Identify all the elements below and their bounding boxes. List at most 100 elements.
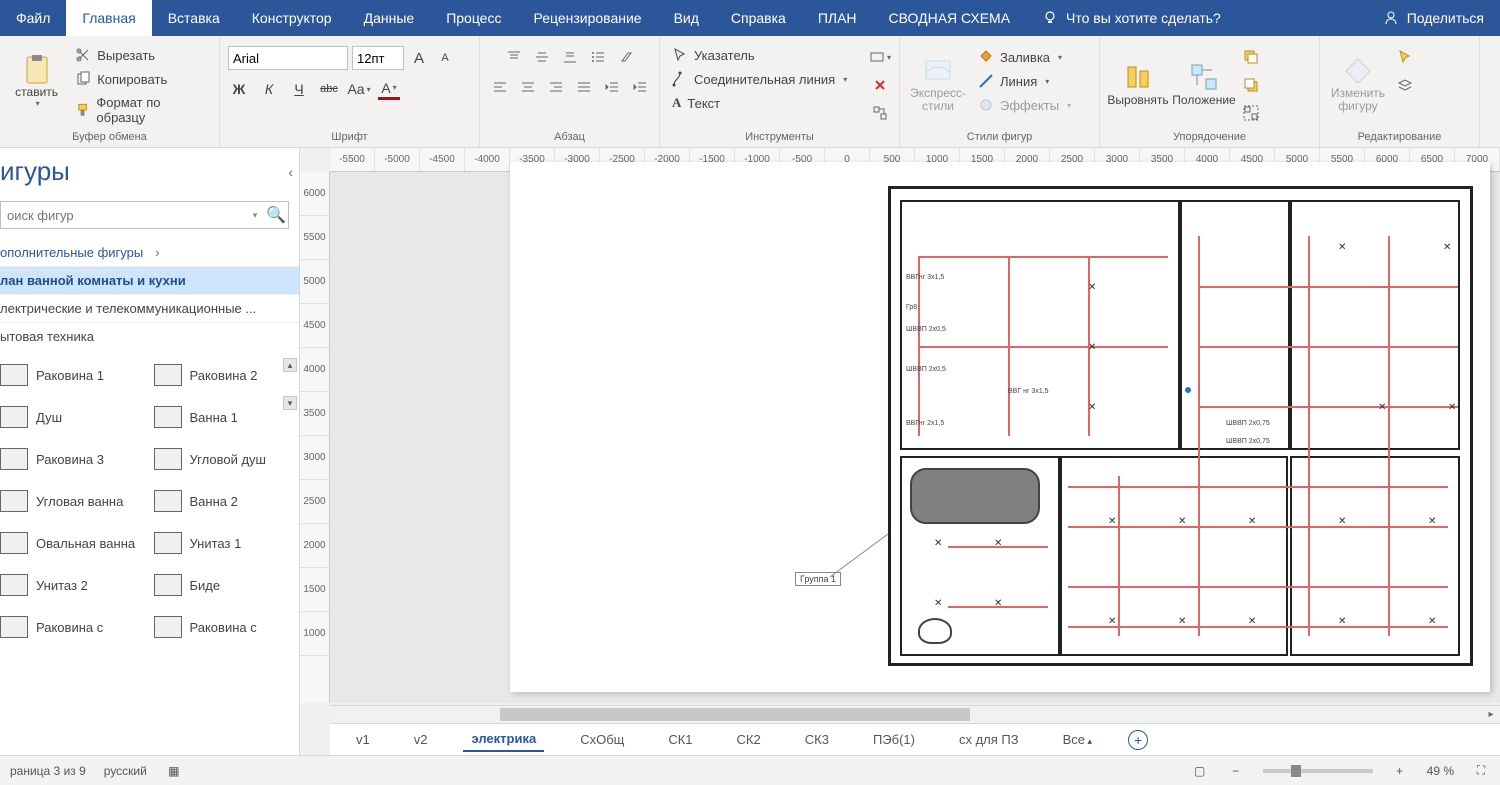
connection-point-button[interactable] — [869, 102, 891, 124]
strikethrough-button[interactable]: abc — [318, 78, 340, 100]
floor-plan[interactable]: ✕ ✕ ✕ ✕ ✕ ✕ ✕ ✕ ✕ ✕ ✕ ✕ ✕ ✕ ✕ ✕ ✕ ✕ ✕ ✕ — [888, 186, 1473, 666]
format-painter-button[interactable]: Формат по образцу — [71, 92, 211, 128]
shape-gallery-item[interactable]: Биде — [154, 566, 296, 604]
tab-view[interactable]: Вид — [658, 0, 715, 36]
align-bottom-button[interactable] — [559, 46, 581, 68]
line-button[interactable]: Линия▾ — [974, 70, 1075, 92]
text-tool-button[interactable]: A Текст — [668, 92, 863, 114]
align-top-button[interactable] — [503, 46, 525, 68]
page-tab[interactable]: СК1 — [660, 728, 700, 751]
page-tab[interactable]: ПЭб(1) — [865, 728, 923, 751]
tab-insert[interactable]: Вставка — [152, 0, 236, 36]
collapse-shapes-button[interactable]: ‹ — [288, 164, 293, 180]
font-name-select[interactable] — [228, 46, 348, 70]
group-callout[interactable]: Группа 1 — [795, 572, 841, 586]
tell-me-search[interactable]: Что вы хотите сделать? — [1026, 0, 1237, 36]
shape-gallery-item[interactable]: Угловой душ — [154, 440, 296, 478]
page-tab[interactable]: СхОбщ — [572, 728, 632, 751]
delete-connector-button[interactable] — [869, 74, 891, 96]
quick-styles-button[interactable]: Экспресс- стили — [908, 44, 968, 124]
zoom-level[interactable]: 49 % — [1427, 764, 1454, 778]
page-tab[interactable]: v2 — [406, 728, 436, 751]
shape-gallery-item[interactable]: Раковина 3 — [0, 440, 142, 478]
rectangle-tool-button[interactable]: ▾ — [869, 46, 891, 68]
shape-gallery-item[interactable]: Унитаз 1 — [154, 524, 296, 562]
more-shapes-button[interactable]: ополнительные фигуры — [0, 239, 299, 266]
shapes-search-input[interactable] — [1, 208, 246, 223]
justify-button[interactable] — [573, 76, 595, 98]
change-case-button[interactable]: Aa▾ — [348, 78, 370, 100]
stencil-bath-kitchen[interactable]: лан ванной комнаты и кухни — [0, 266, 299, 294]
bold-button[interactable]: Ж — [228, 78, 250, 100]
bring-front-button[interactable] — [1240, 46, 1262, 68]
shape-gallery-item[interactable]: Раковина с — [0, 608, 142, 646]
bullets-button[interactable] — [587, 46, 609, 68]
position-button[interactable]: Положение — [1174, 44, 1234, 124]
change-shape-button[interactable]: Изменить фигуру — [1328, 44, 1388, 124]
search-icon[interactable]: 🔍 — [264, 205, 288, 225]
shapes-search[interactable]: ▾ 🔍 — [0, 201, 289, 229]
shape-gallery-item[interactable]: Унитаз 2 — [0, 566, 142, 604]
stencil-electrical[interactable]: лектрические и телекоммуникационные ... — [0, 294, 299, 322]
language-indicator[interactable]: русский — [104, 764, 147, 778]
send-back-button[interactable] — [1240, 74, 1262, 96]
shape-gallery-item[interactable]: Раковина 1 — [0, 356, 142, 394]
page-tab[interactable]: СК3 — [797, 728, 837, 751]
zoom-in-button[interactable]: + — [1391, 762, 1409, 780]
tab-review[interactable]: Рецензирование — [517, 0, 657, 36]
stencil-appliances[interactable]: ытовая техника — [0, 322, 299, 350]
align-button[interactable]: Выровнять — [1108, 44, 1168, 124]
tab-data[interactable]: Данные — [348, 0, 431, 36]
group-button[interactable] — [1240, 102, 1262, 124]
align-center-button[interactable] — [517, 76, 539, 98]
pointer-tool-button[interactable]: Указатель — [668, 44, 863, 66]
increase-indent-button[interactable] — [629, 76, 651, 98]
fit-page-button[interactable]: ⛶ — [1472, 762, 1490, 780]
paste-button[interactable]: ставить ▾ — [8, 40, 65, 120]
tab-home[interactable]: Главная — [66, 0, 151, 36]
tab-summary[interactable]: СВОДНАЯ СХЕМА — [873, 0, 1027, 36]
italic-button[interactable]: К — [258, 78, 280, 100]
tab-file[interactable]: Файл — [0, 0, 66, 36]
horizontal-scrollbar[interactable]: ▸ — [330, 705, 1500, 723]
drawing-canvas[interactable]: ✕ ✕ ✕ ✕ ✕ ✕ ✕ ✕ ✕ ✕ ✕ ✕ ✕ ✕ ✕ ✕ ✕ ✕ ✕ ✕ — [330, 172, 1500, 703]
toilet-shape[interactable] — [918, 618, 952, 644]
font-color-button[interactable]: A▾ — [378, 78, 400, 100]
copy-button[interactable]: Копировать — [71, 68, 211, 90]
add-page-button[interactable]: + — [1128, 730, 1148, 750]
scrollbar-thumb[interactable] — [500, 708, 970, 721]
cut-button[interactable]: Вырезать — [71, 44, 211, 66]
fill-button[interactable]: Заливка▾ — [974, 46, 1075, 68]
decrease-indent-button[interactable] — [601, 76, 623, 98]
search-dropdown-icon[interactable]: ▾ — [246, 210, 264, 221]
stencil-scroll-down[interactable]: ▾ — [283, 396, 297, 410]
tab-process[interactable]: Процесс — [430, 0, 517, 36]
page-tab[interactable]: v1 — [348, 728, 378, 751]
connector-tool-button[interactable]: Соединительная линия ▾ — [668, 68, 863, 90]
shape-gallery-item[interactable]: Душ — [0, 398, 142, 436]
share-button[interactable]: Поделиться — [1367, 0, 1500, 36]
stencil-scroll-up[interactable]: ▴ — [283, 358, 297, 372]
shape-gallery-item[interactable]: Ванна 2 — [154, 482, 296, 520]
page-tab[interactable]: СК2 — [729, 728, 769, 751]
shape-gallery-item[interactable]: Овальная ванна — [0, 524, 142, 562]
scroll-right-button[interactable]: ▸ — [1482, 706, 1500, 723]
shape-gallery-item[interactable]: Угловая ванна — [0, 482, 142, 520]
align-right-button[interactable] — [545, 76, 567, 98]
align-middle-button[interactable] — [531, 46, 553, 68]
select-button[interactable] — [1394, 46, 1416, 68]
underline-button[interactable]: Ч — [288, 78, 310, 100]
page-tab[interactable]: сх для ПЗ — [951, 728, 1027, 751]
effects-button[interactable]: Эффекты▾ — [974, 94, 1075, 116]
tab-help[interactable]: Справка — [715, 0, 802, 36]
font-size-select[interactable] — [352, 46, 404, 70]
grow-font-button[interactable]: A — [408, 47, 430, 69]
shape-gallery-item[interactable]: Раковина с — [154, 608, 296, 646]
shape-gallery-item[interactable]: Ванна 1 — [154, 398, 296, 436]
tab-design[interactable]: Конструктор — [236, 0, 348, 36]
clear-format-button[interactable] — [615, 46, 637, 68]
macro-recording-icon[interactable]: ▦ — [165, 762, 183, 780]
selection-handle[interactable] — [1184, 386, 1192, 394]
zoom-out-button[interactable]: − — [1227, 762, 1245, 780]
shrink-font-button[interactable]: A — [434, 47, 456, 69]
